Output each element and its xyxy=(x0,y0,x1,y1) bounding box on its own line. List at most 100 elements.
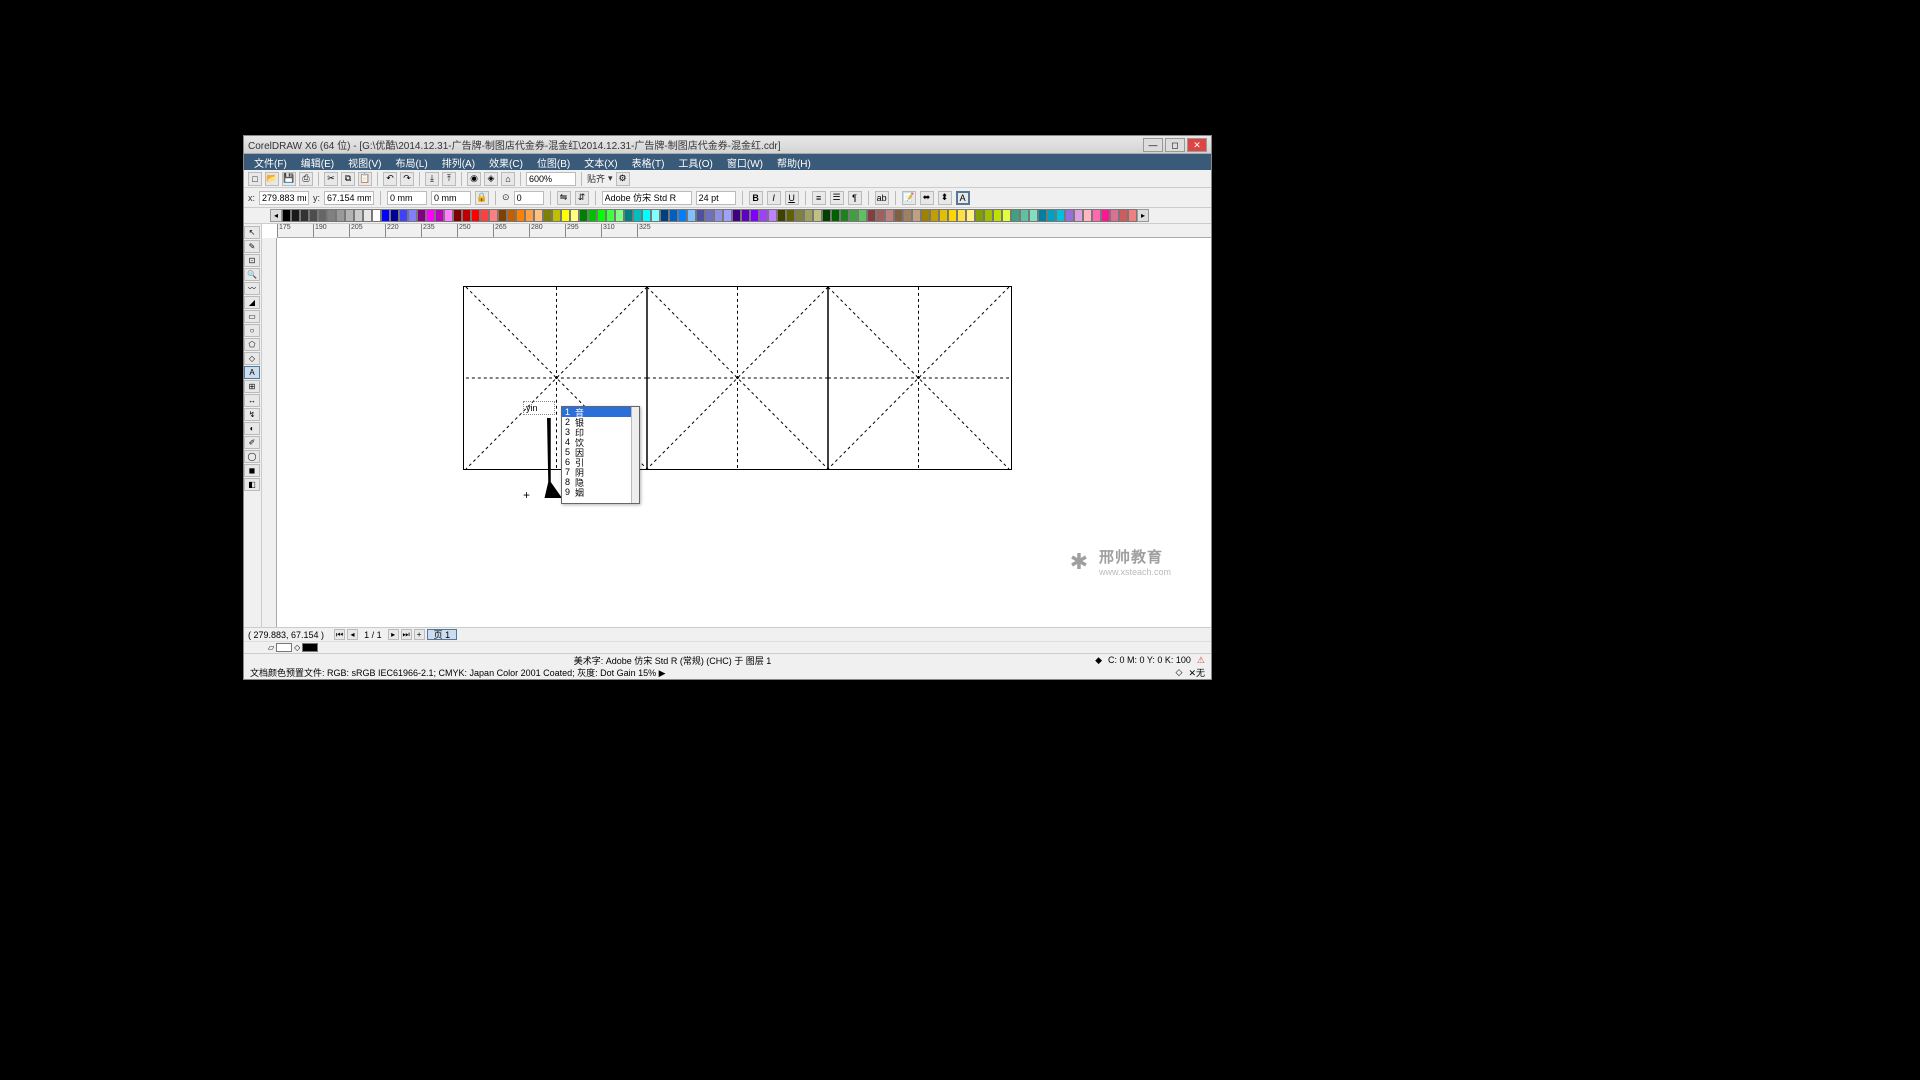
color-swatch[interactable] xyxy=(993,209,1002,222)
ime-candidate[interactable]: 3印 xyxy=(562,427,639,437)
color-swatch[interactable] xyxy=(1065,209,1074,222)
connector-tool[interactable]: ↯ xyxy=(244,408,260,421)
welcome-button[interactable]: ⌂ xyxy=(501,172,515,186)
menu-help[interactable]: 帮助(H) xyxy=(771,154,817,171)
color-swatch[interactable] xyxy=(840,209,849,222)
rectangle-tool[interactable]: ▭ xyxy=(244,310,260,323)
menu-text[interactable]: 文本(X) xyxy=(578,154,623,171)
color-swatch[interactable] xyxy=(984,209,993,222)
color-swatch[interactable] xyxy=(723,209,732,222)
color-swatch[interactable] xyxy=(867,209,876,222)
horizontal-ruler[interactable]: 175190205220235250265280295310325 xyxy=(277,224,1211,238)
color-swatch[interactable] xyxy=(921,209,930,222)
color-swatch[interactable] xyxy=(741,209,750,222)
y-position-input[interactable] xyxy=(324,191,374,205)
color-swatch[interactable] xyxy=(903,209,912,222)
palette-scroll-left[interactable]: ◂ xyxy=(270,209,282,222)
text-panel-button[interactable]: A xyxy=(956,191,970,205)
color-swatch[interactable] xyxy=(894,209,903,222)
color-swatch[interactable] xyxy=(795,209,804,222)
drop-cap-button[interactable]: ¶ xyxy=(848,191,862,205)
color-swatch[interactable] xyxy=(1011,209,1020,222)
undo-button[interactable]: ↶ xyxy=(383,172,397,186)
color-swatch[interactable] xyxy=(534,209,543,222)
color-swatch[interactable] xyxy=(732,209,741,222)
mirror-h-button[interactable]: ⇋ xyxy=(557,191,571,205)
color-swatch[interactable] xyxy=(1101,209,1110,222)
redo-button[interactable]: ↷ xyxy=(400,172,414,186)
color-swatch[interactable] xyxy=(588,209,597,222)
color-swatch[interactable] xyxy=(462,209,471,222)
color-swatch[interactable] xyxy=(363,209,372,222)
ellipse-tool[interactable]: ○ xyxy=(244,324,260,337)
menu-file[interactable]: 文件(F) xyxy=(248,154,293,171)
cut-button[interactable]: ✂ xyxy=(324,172,338,186)
fill-swatch[interactable] xyxy=(276,643,292,652)
color-swatch[interactable] xyxy=(435,209,444,222)
color-swatch[interactable] xyxy=(489,209,498,222)
app-launcher-button[interactable]: ◈ xyxy=(484,172,498,186)
color-swatch[interactable] xyxy=(336,209,345,222)
import-button[interactable]: ⤓ xyxy=(425,172,439,186)
outline-swatch[interactable] xyxy=(302,643,318,652)
color-swatch[interactable] xyxy=(930,209,939,222)
save-button[interactable]: 💾 xyxy=(282,172,296,186)
smart-fill-tool[interactable]: ◢ xyxy=(244,296,260,309)
color-swatch[interactable] xyxy=(408,209,417,222)
color-swatch[interactable] xyxy=(624,209,633,222)
ime-candidate-window[interactable]: 1音2银3印4饮5因6引7阴8隐9姻 xyxy=(561,406,640,504)
color-swatch[interactable] xyxy=(1119,209,1128,222)
vertical-ruler[interactable] xyxy=(262,238,277,627)
color-swatch[interactable] xyxy=(1074,209,1083,222)
color-swatch[interactable] xyxy=(615,209,624,222)
color-swatch[interactable] xyxy=(1029,209,1038,222)
ime-composition-box[interactable]: yin xyxy=(523,401,555,415)
page-tab-1[interactable]: 页 1 xyxy=(427,629,458,640)
color-swatch[interactable] xyxy=(372,209,381,222)
color-swatch[interactable] xyxy=(1047,209,1056,222)
menu-bitmaps[interactable]: 位图(B) xyxy=(531,154,576,171)
color-swatch[interactable] xyxy=(606,209,615,222)
color-swatch[interactable] xyxy=(543,209,552,222)
rotation-input[interactable] xyxy=(514,191,544,205)
print-button[interactable]: ⎙ xyxy=(299,172,313,186)
color-swatch[interactable] xyxy=(813,209,822,222)
ime-candidate[interactable]: 5因 xyxy=(562,447,639,457)
zoom-level-input[interactable] xyxy=(526,172,576,186)
mirror-v-button[interactable]: ⇵ xyxy=(575,191,589,205)
color-swatch[interactable] xyxy=(282,209,291,222)
color-swatch[interactable] xyxy=(1128,209,1137,222)
color-swatch[interactable] xyxy=(651,209,660,222)
color-swatch[interactable] xyxy=(570,209,579,222)
color-swatch[interactable] xyxy=(831,209,840,222)
menu-effects[interactable]: 效果(C) xyxy=(483,154,529,171)
text-options-button[interactable]: ab xyxy=(875,191,889,205)
color-swatch[interactable] xyxy=(705,209,714,222)
color-swatch[interactable] xyxy=(444,209,453,222)
color-swatch[interactable] xyxy=(390,209,399,222)
color-swatch[interactable] xyxy=(354,209,363,222)
ime-candidate[interactable]: 4饮 xyxy=(562,437,639,447)
options-button[interactable]: ⚙ xyxy=(616,172,630,186)
color-swatch[interactable] xyxy=(912,209,921,222)
color-swatch[interactable] xyxy=(678,209,687,222)
text-direction-h-button[interactable]: ⬌ xyxy=(920,191,934,205)
color-swatch[interactable] xyxy=(822,209,831,222)
color-swatch[interactable] xyxy=(579,209,588,222)
color-swatch[interactable] xyxy=(498,209,507,222)
lock-ratio-icon[interactable]: 🔒 xyxy=(475,191,489,205)
color-swatch[interactable] xyxy=(1083,209,1092,222)
color-swatch[interactable] xyxy=(525,209,534,222)
italic-button[interactable]: I xyxy=(767,191,781,205)
color-swatch[interactable] xyxy=(948,209,957,222)
close-button[interactable]: ✕ xyxy=(1187,138,1207,152)
menu-window[interactable]: 窗口(W) xyxy=(721,154,769,171)
minimize-button[interactable]: — xyxy=(1143,138,1163,152)
color-swatch[interactable] xyxy=(516,209,525,222)
color-swatch[interactable] xyxy=(1020,209,1029,222)
color-swatch[interactable] xyxy=(858,209,867,222)
color-swatch[interactable] xyxy=(309,209,318,222)
color-swatch[interactable] xyxy=(966,209,975,222)
color-swatch[interactable] xyxy=(426,209,435,222)
bullet-list-button[interactable]: ☰ xyxy=(830,191,844,205)
